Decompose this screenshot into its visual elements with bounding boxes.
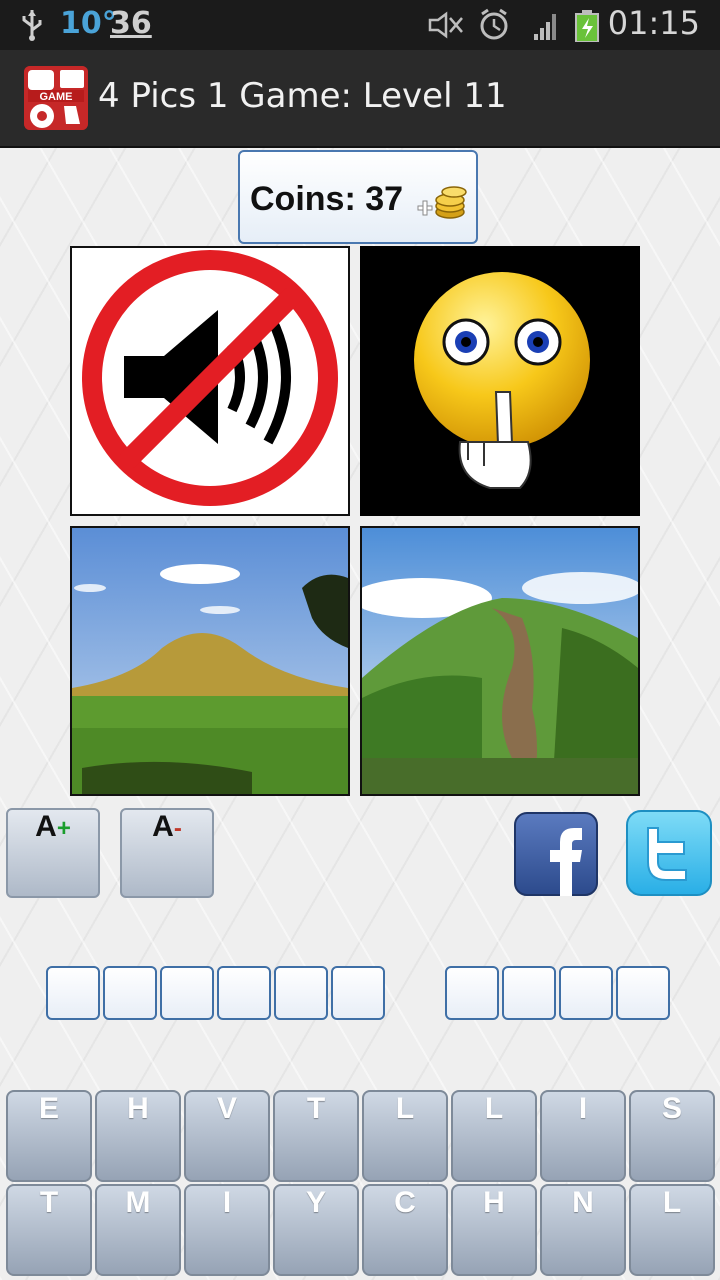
- letter-key[interactable]: I: [540, 1090, 626, 1182]
- letter-key[interactable]: Y: [273, 1184, 359, 1276]
- app-icon-text: GAME: [40, 91, 73, 103]
- increase-font-button[interactable]: A+: [6, 808, 100, 898]
- status-bar: 10° 36 01:15: [0, 0, 720, 50]
- minus-sign: -: [173, 815, 182, 842]
- game-content: Coins: 37 A+ A- E H V T L L I S T M I Y …: [0, 148, 720, 1280]
- answer-slot[interactable]: [616, 966, 670, 1020]
- answer-slot[interactable]: [217, 966, 271, 1020]
- letter-key[interactable]: M: [95, 1184, 181, 1276]
- status-icons: [428, 8, 599, 42]
- answer-slot[interactable]: [160, 966, 214, 1020]
- letter-key[interactable]: L: [629, 1184, 715, 1276]
- mute-icon: [428, 11, 463, 39]
- answer-slot[interactable]: [103, 966, 157, 1020]
- letter-key[interactable]: H: [95, 1090, 181, 1182]
- decrease-font-label: A: [152, 810, 174, 843]
- letter-key[interactable]: L: [451, 1090, 537, 1182]
- facebook-icon[interactable]: [514, 812, 598, 896]
- coins-button[interactable]: Coins: 37: [238, 150, 478, 244]
- picture-grassy-mound: [70, 526, 350, 796]
- letter-key[interactable]: S: [629, 1090, 715, 1182]
- letter-key[interactable]: E: [6, 1090, 92, 1182]
- title-bar: GAME 4 Pics 1 Game: Level 11: [0, 50, 720, 148]
- picture-hill-path: [360, 526, 640, 796]
- page-title: 4 Pics 1 Game: Level 11: [98, 76, 507, 116]
- picture-shush-smiley: [360, 246, 640, 516]
- letter-key[interactable]: N: [540, 1184, 626, 1276]
- letter-key[interactable]: C: [362, 1184, 448, 1276]
- answer-slot[interactable]: [502, 966, 556, 1020]
- answer-slot[interactable]: [445, 966, 499, 1020]
- alarm-icon: [480, 8, 508, 40]
- letter-key[interactable]: I: [184, 1184, 270, 1276]
- answer-slot[interactable]: [46, 966, 100, 1020]
- notification-count: 36: [110, 6, 152, 41]
- plus-sign: +: [56, 815, 71, 842]
- coins-plus-icon: [417, 186, 467, 219]
- letter-key[interactable]: H: [451, 1184, 537, 1276]
- letter-key[interactable]: T: [273, 1090, 359, 1182]
- temperature-text: 10°: [60, 6, 117, 41]
- decrease-font-button[interactable]: A-: [120, 808, 214, 898]
- twitter-icon[interactable]: [626, 810, 712, 896]
- answer-slot[interactable]: [331, 966, 385, 1020]
- increase-font-label: A: [35, 810, 57, 843]
- battery-charging-icon: [575, 10, 599, 42]
- clock-text: 01:15: [607, 4, 700, 42]
- game-controller-icon: GAME: [24, 66, 88, 130]
- usb-icon: [22, 10, 42, 41]
- signal-icon: [534, 14, 556, 40]
- picture-no-sound: [70, 246, 350, 516]
- coins-label: Coins: 37: [250, 180, 404, 218]
- answer-slot[interactable]: [559, 966, 613, 1020]
- letter-key[interactable]: T: [6, 1184, 92, 1276]
- letter-key[interactable]: V: [184, 1090, 270, 1182]
- answer-slot[interactable]: [274, 966, 328, 1020]
- letter-key[interactable]: L: [362, 1090, 448, 1182]
